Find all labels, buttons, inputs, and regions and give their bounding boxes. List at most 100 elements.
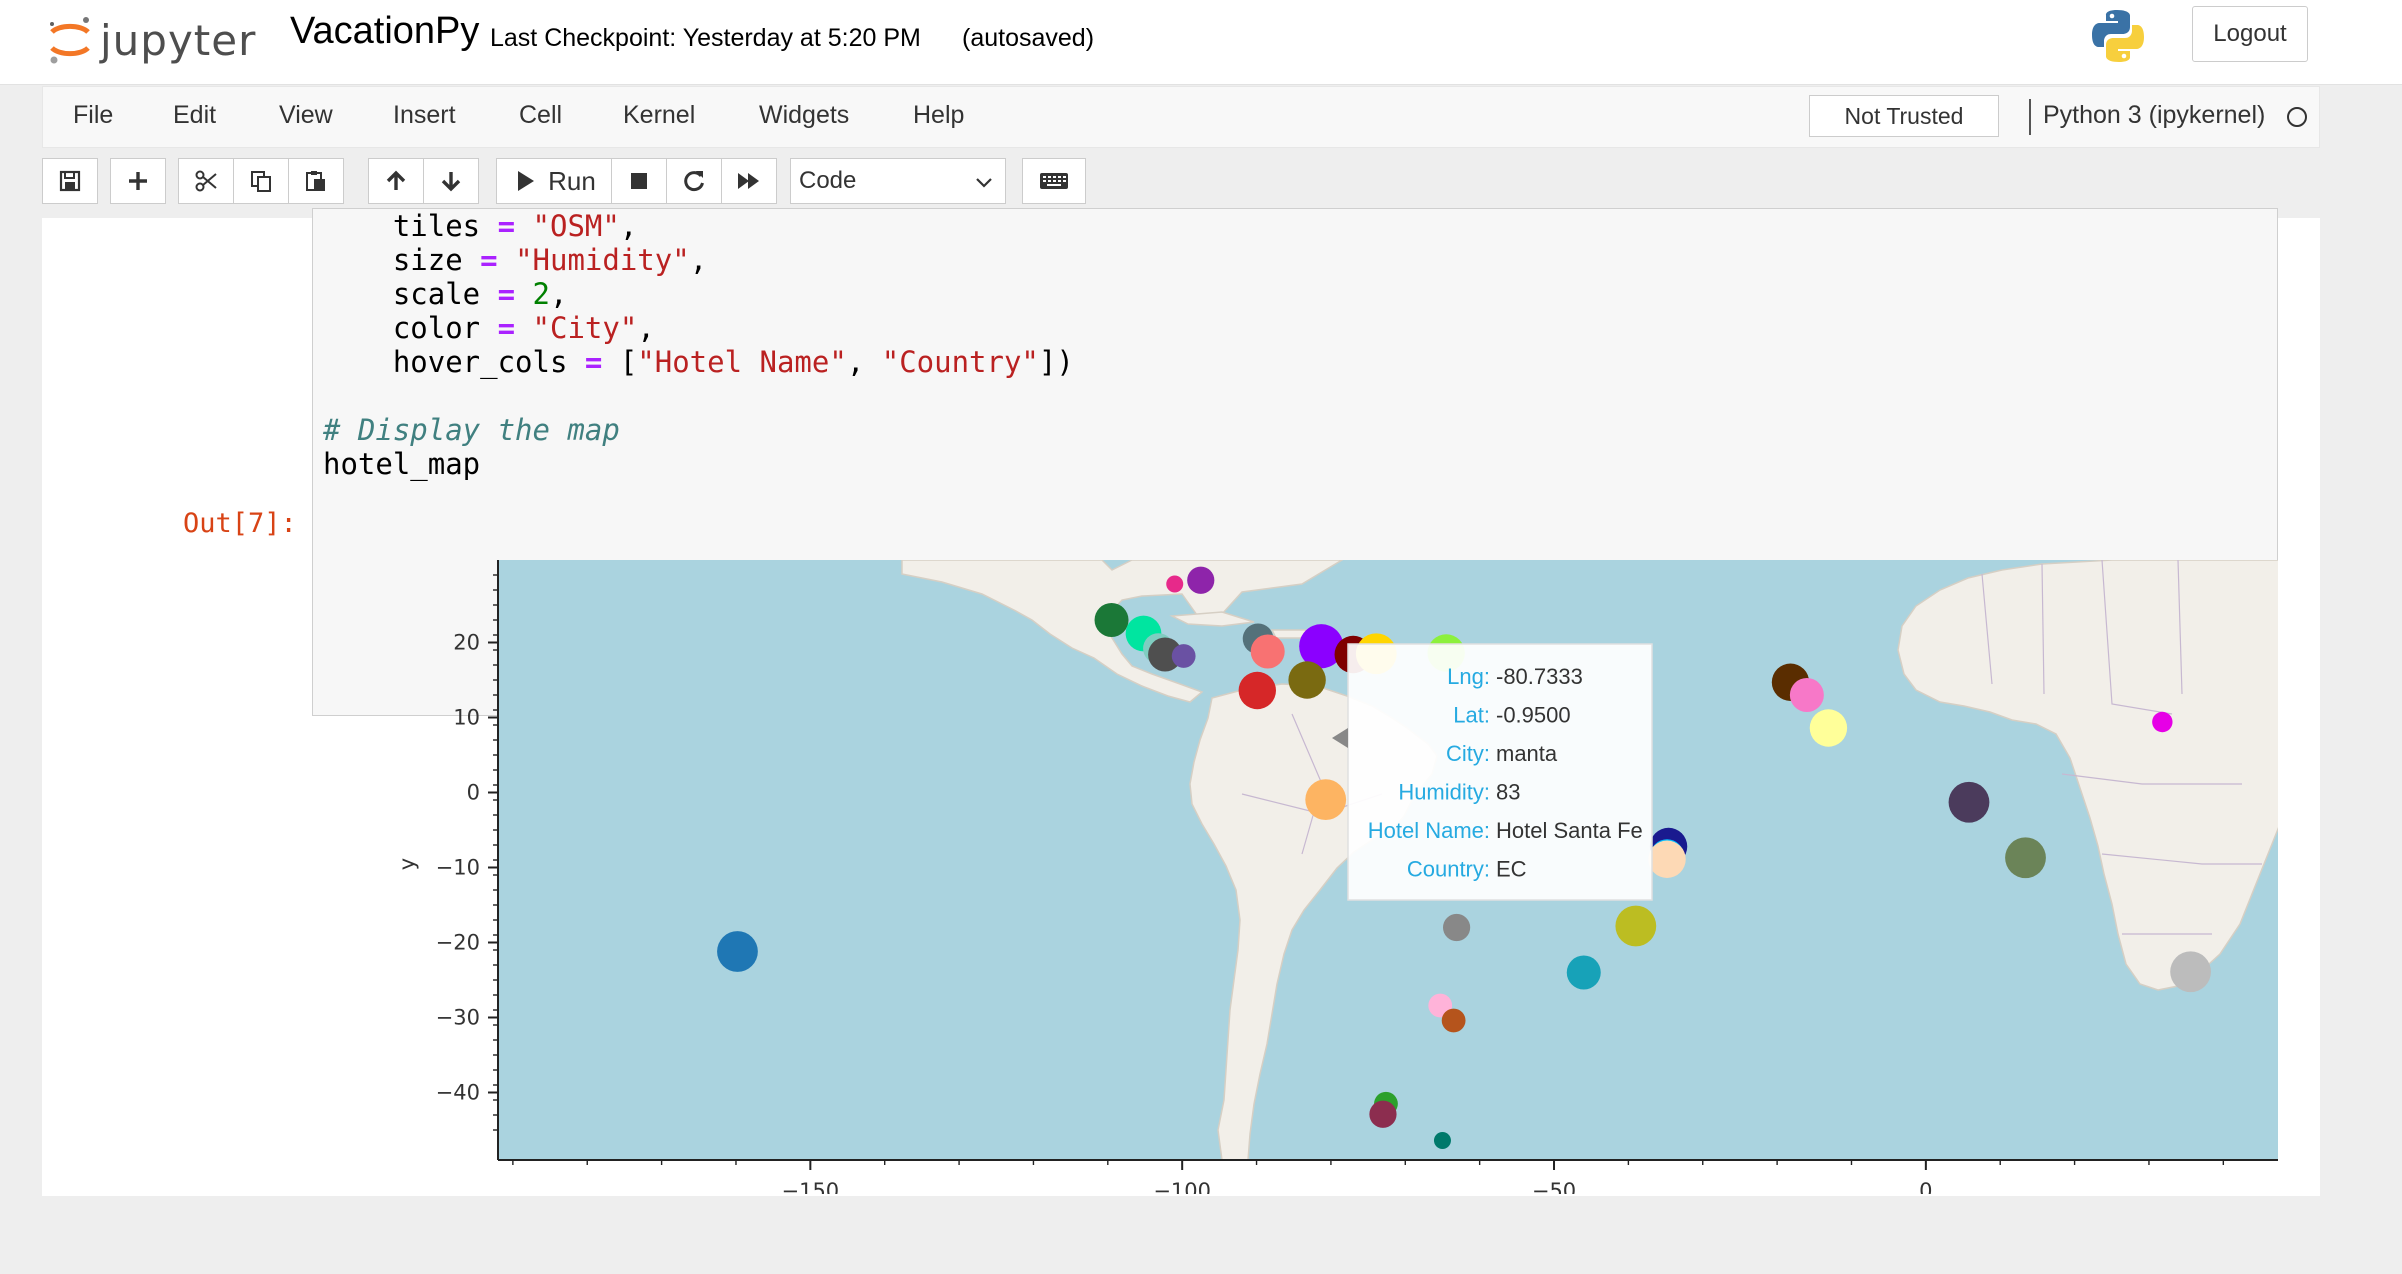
restart-icon bbox=[684, 171, 704, 192]
jupyter-logo-text: jupyter bbox=[100, 15, 257, 65]
stop-icon bbox=[631, 173, 647, 189]
chevron-down-icon bbox=[976, 178, 992, 188]
city-marker[interactable] bbox=[1809, 709, 1848, 747]
y-tick-label: −30 bbox=[436, 1006, 480, 1030]
cut-button[interactable] bbox=[178, 158, 234, 204]
code-line: size = "Humidity", bbox=[323, 243, 708, 277]
city-marker[interactable] bbox=[1441, 1008, 1466, 1033]
y-axis-label: y bbox=[395, 858, 419, 870]
city-marker[interactable] bbox=[1566, 955, 1601, 990]
city-marker[interactable] bbox=[2152, 711, 2173, 733]
cell-type-select[interactable]: Code bbox=[790, 158, 1006, 204]
tooltip-key: Hotel Name: bbox=[1368, 818, 1490, 843]
y-tick-label: −40 bbox=[436, 1081, 480, 1105]
city-marker[interactable] bbox=[1171, 644, 1196, 668]
interrupt-button[interactable] bbox=[611, 158, 667, 204]
keyboard-icon bbox=[1040, 173, 1068, 189]
notebook-name[interactable]: VacationPy bbox=[290, 10, 479, 53]
checkpoint-status: Last Checkpoint: Yesterday at 5:20 PM bbox=[490, 24, 921, 52]
menu-cell[interactable]: Cell bbox=[519, 101, 562, 130]
logout-button[interactable]: Logout bbox=[2192, 6, 2308, 62]
tooltip-key: Country: bbox=[1407, 857, 1490, 882]
tooltip-value: -80.7333 bbox=[1496, 664, 1583, 689]
city-marker[interactable] bbox=[1369, 1100, 1397, 1128]
y-tick-label: 10 bbox=[453, 706, 480, 730]
city-marker[interactable] bbox=[1305, 779, 1347, 821]
menu-help[interactable]: Help bbox=[913, 101, 964, 130]
run-all-button[interactable] bbox=[721, 158, 777, 204]
move-down-button[interactable] bbox=[423, 158, 479, 204]
jupyter-logo[interactable]: jupyter bbox=[46, 10, 256, 70]
tooltip-key: City: bbox=[1446, 741, 1490, 766]
y-tick-label: 0 bbox=[467, 781, 480, 805]
menu-widgets[interactable]: Widgets bbox=[759, 101, 849, 130]
copy-button[interactable] bbox=[233, 158, 289, 204]
x-tick-label: 0 bbox=[1919, 1179, 1932, 1194]
save-button[interactable] bbox=[42, 158, 98, 204]
move-up-button[interactable] bbox=[368, 158, 424, 204]
menu-insert[interactable]: Insert bbox=[393, 101, 456, 130]
python-logo-icon bbox=[2092, 10, 2144, 62]
cut-icon bbox=[195, 170, 217, 192]
kernel-idle-indicator-icon bbox=[2287, 107, 2307, 127]
kernel-name[interactable]: Python 3 (ipykernel) bbox=[2043, 101, 2265, 130]
city-marker[interactable] bbox=[1948, 781, 1990, 823]
autosave-status: (autosaved) bbox=[962, 24, 1095, 52]
tooltip-key: Lat: bbox=[1453, 703, 1490, 728]
tooltip-value: 83 bbox=[1496, 780, 1520, 805]
restart-button[interactable] bbox=[666, 158, 722, 204]
jupyter-logo-icon bbox=[50, 17, 90, 64]
x-axis-ticks: −150−100−50050 bbox=[512, 1160, 2225, 1194]
city-marker[interactable] bbox=[1433, 1132, 1451, 1149]
command-palette-button[interactable] bbox=[1022, 158, 1086, 204]
copy-icon bbox=[251, 171, 271, 192]
code-line: hotel_map bbox=[323, 447, 481, 481]
arrow-down-icon bbox=[441, 172, 461, 192]
city-marker[interactable] bbox=[717, 931, 758, 972]
run-button[interactable]: Run bbox=[496, 158, 612, 204]
menubar: File Edit View Insert Cell Kernel Widget… bbox=[42, 86, 2320, 148]
y-tick-label: −20 bbox=[436, 931, 480, 955]
code-line: # Display the map bbox=[323, 413, 620, 447]
city-marker[interactable] bbox=[1166, 575, 1184, 593]
y-tick-label: 20 bbox=[453, 631, 480, 655]
tooltip-value: -0.9500 bbox=[1496, 703, 1571, 728]
tooltip-key: Lng: bbox=[1447, 664, 1490, 689]
notebook-container: tiles = "OSM", size = "Humidity", scale … bbox=[42, 208, 2320, 1196]
play-icon bbox=[518, 171, 535, 191]
arrow-up-icon bbox=[386, 170, 406, 190]
hover-tooltip: Lng: -80.7333Lat: -0.9500City: mantaHumidit… bbox=[1332, 643, 1653, 901]
menu-kernel[interactable]: Kernel bbox=[623, 101, 695, 130]
tooltip-value: manta bbox=[1496, 741, 1558, 766]
y-axis-ticks: 20 10 0 −10 −20 −30 −40 bbox=[436, 574, 498, 1131]
city-marker[interactable] bbox=[1094, 603, 1129, 637]
not-trusted-badge[interactable]: Not Trusted bbox=[1809, 95, 1999, 137]
city-marker[interactable] bbox=[2005, 837, 2046, 879]
menu-edit[interactable]: Edit bbox=[173, 101, 216, 130]
x-tick-label: −100 bbox=[1153, 1179, 1211, 1194]
fast-forward-icon bbox=[738, 173, 759, 189]
menu-view[interactable]: View bbox=[279, 101, 333, 130]
y-tick-label: −10 bbox=[436, 856, 480, 880]
notebook-header: jupyter VacationPy Last Checkpoint: Yest… bbox=[0, 0, 2402, 85]
code-line: tiles = "OSM", bbox=[323, 209, 638, 243]
toolbar: Run Code bbox=[0, 150, 2402, 216]
hotel-map-plot[interactable]: 20100−10−20−30−40 −150−100−50050 y Lng:-… bbox=[342, 534, 2278, 1194]
city-marker[interactable] bbox=[1250, 634, 1285, 669]
city-marker[interactable] bbox=[2170, 951, 2212, 993]
insert-cell-button[interactable] bbox=[110, 158, 166, 204]
x-tick-label: −50 bbox=[1532, 1179, 1576, 1194]
city-marker[interactable] bbox=[1238, 671, 1276, 710]
plus-icon bbox=[129, 172, 147, 190]
city-marker[interactable] bbox=[1187, 566, 1215, 594]
city-marker[interactable] bbox=[1288, 661, 1326, 699]
code-line: color = "City", bbox=[323, 311, 655, 345]
code-editor[interactable]: tiles = "OSM", size = "Humidity", scale … bbox=[323, 209, 1074, 481]
city-marker[interactable] bbox=[1789, 678, 1824, 712]
city-marker[interactable] bbox=[1615, 905, 1657, 947]
city-marker[interactable] bbox=[1442, 913, 1471, 942]
tooltip-value: Hotel Santa Fe bbox=[1496, 818, 1643, 843]
city-marker[interactable] bbox=[1648, 840, 1686, 878]
menu-file[interactable]: File bbox=[73, 101, 113, 130]
paste-button[interactable] bbox=[288, 158, 344, 204]
